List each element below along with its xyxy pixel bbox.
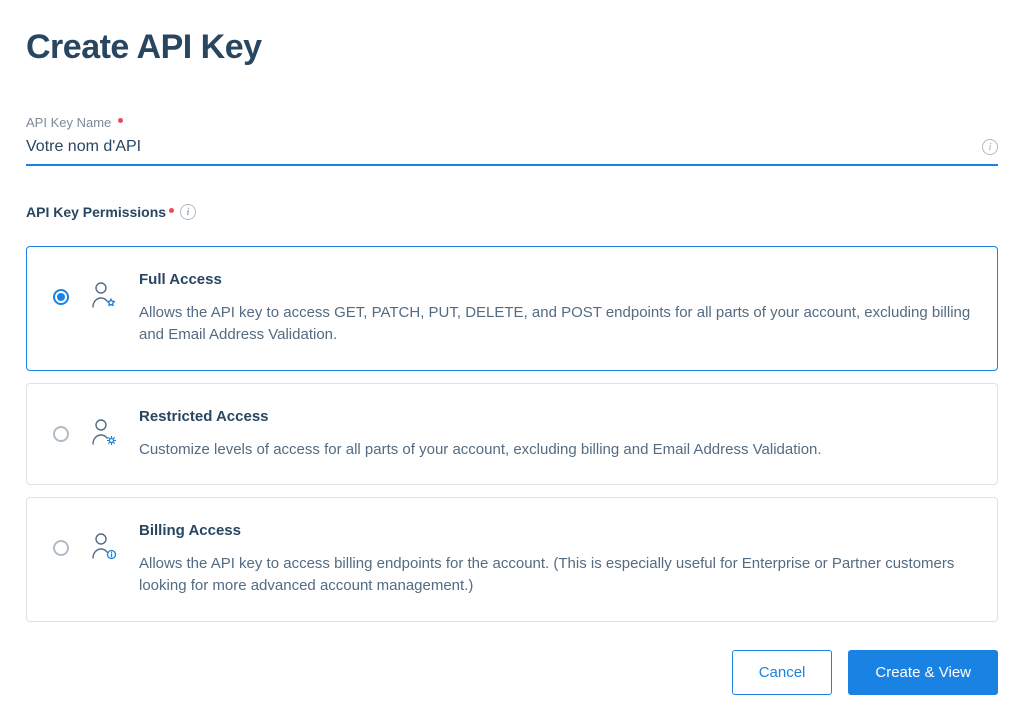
- info-icon[interactable]: i: [982, 139, 998, 155]
- permission-option-restricted-access[interactable]: Restricted Access Customize levels of ac…: [26, 383, 998, 486]
- permission-option-full-access[interactable]: Full Access Allows the API key to access…: [26, 246, 998, 371]
- permission-body: Full Access Allows the API key to access…: [139, 271, 971, 346]
- permission-title: Full Access: [139, 271, 971, 288]
- radio-billing-access[interactable]: [53, 540, 69, 556]
- api-key-name-label: API Key Name: [26, 115, 998, 130]
- required-indicator-icon: [118, 118, 123, 123]
- permission-description: Customize levels of access for all parts…: [139, 439, 971, 461]
- permission-body: Restricted Access Customize levels of ac…: [139, 408, 971, 461]
- user-star-icon: [91, 281, 117, 314]
- permission-title: Billing Access: [139, 522, 971, 539]
- permission-title: Restricted Access: [139, 408, 971, 425]
- permission-body: Billing Access Allows the API key to acc…: [139, 522, 971, 597]
- info-icon[interactable]: i: [180, 204, 196, 220]
- permissions-label: API Key Permissions i: [26, 204, 998, 220]
- page-title: Create API Key: [26, 28, 998, 67]
- permission-option-billing-access[interactable]: Billing Access Allows the API key to acc…: [26, 497, 998, 622]
- required-indicator-icon: [169, 208, 174, 213]
- field-label-text: API Key Name: [26, 115, 111, 130]
- permission-description: Allows the API key to access billing end…: [139, 553, 971, 597]
- user-gear-icon: [91, 418, 117, 451]
- radio-full-access[interactable]: [53, 289, 69, 305]
- permission-description: Allows the API key to access GET, PATCH,…: [139, 302, 971, 346]
- radio-restricted-access[interactable]: [53, 426, 69, 442]
- footer-actions: Cancel Create & View: [26, 650, 998, 695]
- user-info-icon: [91, 532, 117, 565]
- permissions-label-text: API Key Permissions: [26, 204, 166, 220]
- cancel-button[interactable]: Cancel: [732, 650, 833, 695]
- api-key-name-input[interactable]: [26, 136, 976, 158]
- create-view-button[interactable]: Create & View: [848, 650, 998, 695]
- api-key-name-row: i: [26, 136, 998, 166]
